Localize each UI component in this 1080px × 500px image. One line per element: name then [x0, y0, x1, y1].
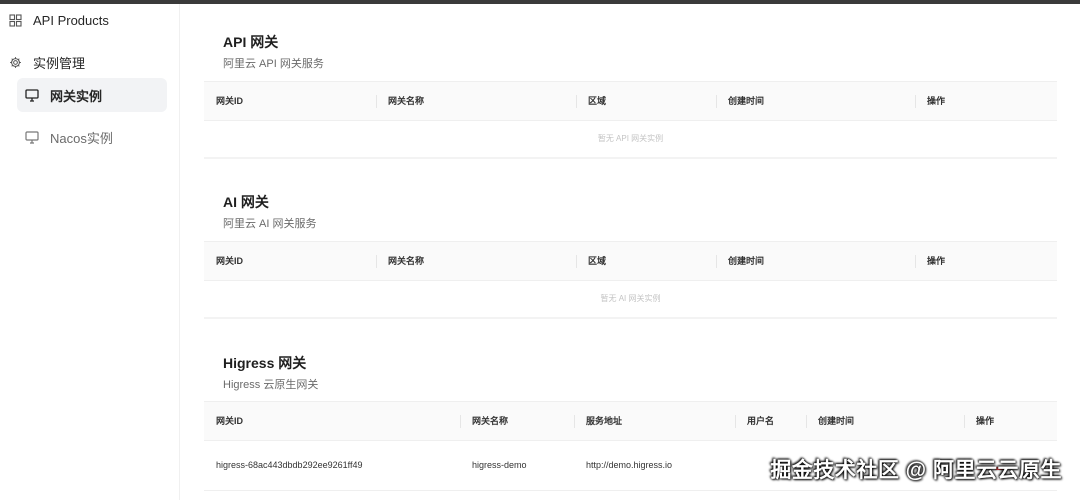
table-header: 网关ID 网关名称 服务地址 用户名 创建时间 操作	[204, 401, 1057, 441]
table-header: 网关ID 网关名称 区域 创建时间 操作	[204, 241, 1057, 281]
column-header: 操作	[914, 242, 945, 280]
section-title: Higress 网关	[223, 355, 307, 371]
column-header: 网关名称	[375, 82, 424, 120]
empty-state-text: 暂无 AI 网关实例	[600, 294, 661, 303]
gateway-id-cell: higress-68ac443dbdb292ee9261ff49	[216, 460, 363, 470]
main-content: API 网关 阿里云 API 网关服务 网关ID 网关名称 区域 创建时间 操作…	[181, 4, 1080, 500]
gear-icon	[7, 54, 23, 70]
sidebar-group-instance-management[interactable]: 实例管理	[7, 50, 85, 74]
table-empty-row: 暂无 API 网关实例	[204, 121, 1057, 159]
sidebar-item-api-products[interactable]: API Products	[7, 8, 109, 32]
column-header: 网关ID	[216, 416, 244, 426]
sidebar-item-nacos-instance[interactable]: Nacos实例	[17, 122, 167, 152]
api-gateway-section: API 网关 阿里云 API 网关服务 网关ID 网关名称 区域 创建时间 操作…	[204, 4, 1057, 164]
column-header: 网关ID	[216, 96, 244, 106]
sidebar-item-gateway-instance[interactable]: 网关实例	[17, 78, 167, 112]
column-header: 网关ID	[216, 256, 244, 266]
ai-gateway-section: AI 网关 阿里云 AI 网关服务 网关ID 网关名称 区域 创建时间 操作 暂…	[204, 164, 1057, 324]
column-header: 操作	[963, 402, 994, 440]
section-subtitle: Higress 云原生网关	[223, 379, 319, 391]
section-title: AI 网关	[223, 194, 269, 210]
monitor-icon	[24, 129, 40, 145]
sidebar-item-label: 网关实例	[50, 88, 103, 104]
grid-icon	[7, 12, 23, 28]
watermark: 掘金技术社区 @ 阿里云云原生	[770, 459, 1062, 482]
column-header: 网关名称	[459, 402, 508, 440]
section-title: API 网关	[223, 34, 279, 50]
column-header: 区域	[575, 242, 606, 280]
column-header: 创建时间	[715, 242, 764, 280]
table-empty-row: 暂无 AI 网关实例	[204, 281, 1057, 319]
sidebar-group-label: 实例管理	[33, 55, 86, 71]
table-header: 网关ID 网关名称 区域 创建时间 操作	[204, 81, 1057, 121]
sidebar: API Products 实例管理 网关实例 Nacos实例	[0, 4, 180, 500]
gateway-name-cell: higress-demo	[472, 460, 527, 470]
sidebar-item-label: Nacos实例	[50, 130, 113, 146]
empty-state-text: 暂无 API 网关实例	[597, 134, 664, 143]
column-header: 用户名	[734, 402, 774, 440]
column-header: 区域	[575, 82, 606, 120]
monitor-icon	[24, 87, 40, 103]
sidebar-item-label: API Products	[33, 12, 109, 28]
section-subtitle: 阿里云 API 网关服务	[223, 58, 324, 70]
column-header: 服务地址	[573, 402, 622, 440]
column-header: 创建时间	[805, 402, 854, 440]
section-subtitle: 阿里云 AI 网关服务	[223, 218, 317, 230]
column-header: 网关名称	[375, 242, 424, 280]
column-header: 操作	[914, 82, 945, 120]
service-address-cell: http://demo.higress.io	[586, 460, 673, 470]
column-header: 创建时间	[715, 82, 764, 120]
